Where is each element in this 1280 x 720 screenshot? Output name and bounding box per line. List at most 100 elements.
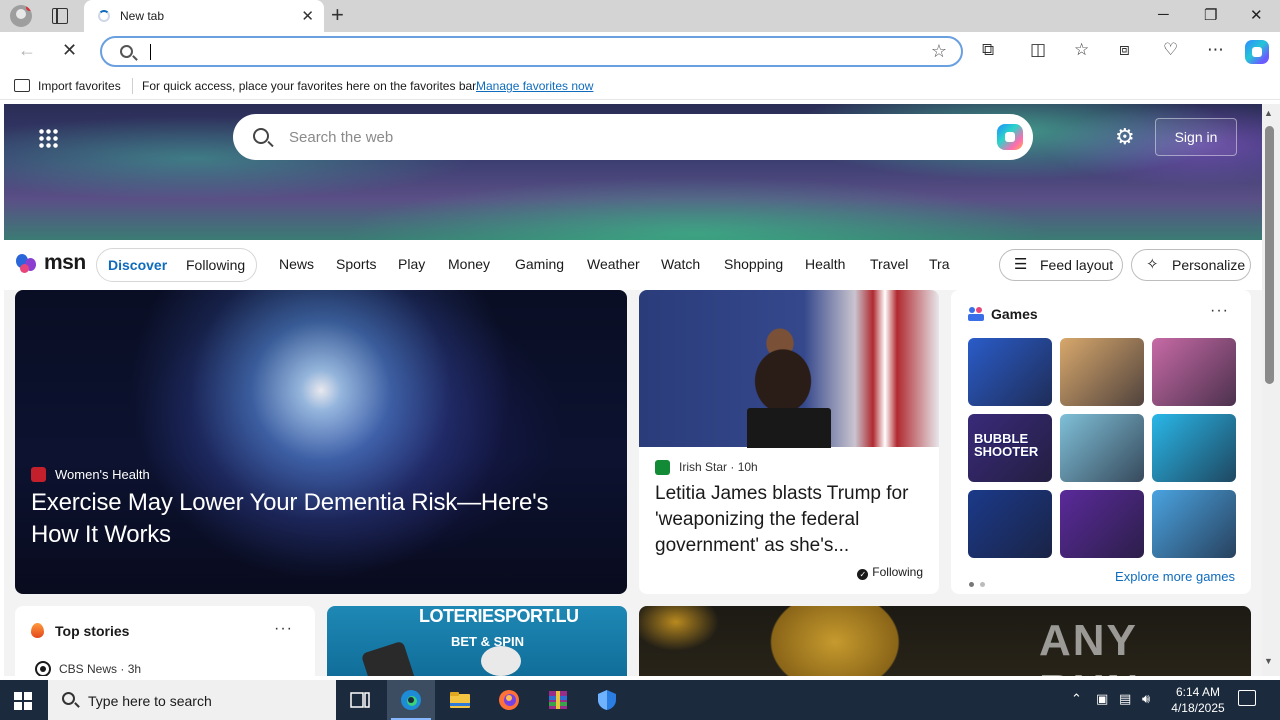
sign-in-button[interactable]: Sign in <box>1155 118 1237 156</box>
vertical-scrollbar[interactable]: ▲ ▼ <box>1262 104 1280 676</box>
game-tile[interactable] <box>968 338 1052 406</box>
extensions-icon[interactable]: ⧉ <box>982 40 994 60</box>
tab-close-icon[interactable]: ✕ <box>301 7 314 25</box>
carousel-dot[interactable] <box>980 582 985 587</box>
manage-favorites-link[interactable]: Manage favorites now <box>476 79 593 93</box>
scroll-down-arrow-icon[interactable]: ▼ <box>1264 656 1273 666</box>
import-favorites-button[interactable]: Import favorites <box>38 79 121 93</box>
new-tab-button[interactable]: + <box>331 4 344 26</box>
windows-start-icon[interactable] <box>14 692 32 710</box>
ad-subtitle: BET & SPIN <box>451 634 524 649</box>
windows-taskbar: Type here to search ⌃ ▣ ▤ 🔊︎ 6:14 AM 4/1… <box>0 680 1280 720</box>
nav-money[interactable]: Money <box>448 256 490 272</box>
games-title: Games <box>991 306 1038 322</box>
web-search-box[interactable] <box>233 114 1033 160</box>
nav-watch[interactable]: Watch <box>661 256 700 272</box>
msn-logo[interactable]: msn <box>16 249 86 277</box>
minimize-button[interactable]: ─ <box>1158 6 1169 23</box>
import-favorites-icon <box>14 79 30 92</box>
game-tile[interactable] <box>1152 490 1236 558</box>
nav-travel[interactable]: Travel <box>870 256 908 272</box>
back-arrow-icon[interactable]: ← <box>18 40 36 61</box>
game-tile[interactable] <box>1152 414 1236 482</box>
nav-play[interactable]: Play <box>398 256 425 272</box>
game-tile[interactable]: BUBBLE SHOOTER <box>968 414 1052 482</box>
tab-actions-icon[interactable] <box>52 8 68 24</box>
taskbar-firefox[interactable] <box>485 680 533 720</box>
msn-nav-bar: msn Discover Following News Sports Play … <box>4 240 1262 290</box>
collections-icon[interactable]: ⧈ <box>1119 40 1130 60</box>
personalize-button[interactable]: ✧ Personalize <box>1131 249 1251 281</box>
stop-loading-icon[interactable]: ✕ <box>62 40 77 61</box>
food-story-card[interactable]: ANY RUN <box>639 606 1251 676</box>
carousel-dots <box>969 575 991 590</box>
story-source-line: Irish Star · 10h <box>679 460 758 474</box>
tab-new-tab[interactable]: New tab ✕ <box>84 0 324 32</box>
tab-following[interactable]: Following <box>186 257 245 273</box>
nav-health[interactable]: Health <box>805 256 845 272</box>
page-settings-gear-icon[interactable]: ⚙ <box>1115 124 1135 150</box>
volume-icon[interactable]: 🔊︎ <box>1142 691 1150 707</box>
nav-shopping[interactable]: Shopping <box>724 256 783 272</box>
games-card: Games ··· BUBBLE SHOOTER Explore more ga… <box>951 290 1251 594</box>
copilot-icon[interactable] <box>1245 40 1269 64</box>
notification-center-icon[interactable] <box>1238 690 1256 706</box>
app-launcher-icon[interactable] <box>38 128 58 148</box>
nav-news[interactable]: News <box>279 256 314 272</box>
restore-button[interactable]: ❐ <box>1204 6 1217 24</box>
following-badge[interactable]: ✓ Following <box>857 565 923 580</box>
taskbar-search-box[interactable]: Type here to search <box>48 680 336 720</box>
game-tile[interactable] <box>1060 490 1144 558</box>
story-title[interactable]: Letitia James blasts Trump for 'weaponiz… <box>655 481 927 559</box>
taskbar-defender[interactable] <box>583 680 631 720</box>
web-search-input[interactable] <box>289 127 969 147</box>
ad-card[interactable]: LOTERIESPORT.LU BET & SPIN <box>327 606 627 676</box>
story-source: CBS News <box>59 662 118 676</box>
nav-weather[interactable]: Weather <box>587 256 640 272</box>
anyrun-watermark: ANY RUN <box>1039 616 1138 676</box>
taskbar-winrar[interactable] <box>534 680 582 720</box>
explore-more-games-link[interactable]: Explore more games <box>1115 569 1235 584</box>
settings-more-icon[interactable]: ⋯ <box>1207 40 1224 60</box>
game-tile[interactable] <box>1152 338 1236 406</box>
feed-layout-button[interactable]: ☰ Feed layout <box>999 249 1123 281</box>
nav-traffic[interactable]: Tra <box>929 256 949 272</box>
copilot-icon[interactable] <box>997 124 1023 150</box>
network-icon[interactable]: ▤ <box>1119 691 1131 707</box>
tray-device-icon[interactable]: ▣ <box>1096 691 1108 707</box>
tab-discover[interactable]: Discover <box>108 257 167 273</box>
address-bar[interactable]: ☆ <box>100 36 963 67</box>
game-tile[interactable] <box>1060 414 1144 482</box>
nav-sports[interactable]: Sports <box>336 256 376 272</box>
scrollbar-thumb[interactable] <box>1265 126 1274 384</box>
personalize-label: Personalize <box>1172 257 1246 273</box>
browser-essentials-icon[interactable]: ♡ <box>1163 40 1178 60</box>
more-options-icon[interactable]: ··· <box>1210 302 1229 320</box>
story-title[interactable]: Exercise May Lower Your Dementia Risk—He… <box>31 487 591 551</box>
profile-avatar[interactable] <box>10 5 32 27</box>
more-options-icon[interactable]: ··· <box>274 620 293 638</box>
taskbar-edge[interactable] <box>387 680 435 720</box>
game-tile[interactable] <box>968 490 1052 558</box>
address-input[interactable] <box>154 42 854 62</box>
taskbar-file-explorer[interactable] <box>436 680 484 720</box>
scroll-up-arrow-icon[interactable]: ▲ <box>1264 108 1273 118</box>
game-tile[interactable] <box>1060 338 1144 406</box>
nav-gaming[interactable]: Gaming <box>515 256 564 272</box>
tray-chevron-up-icon[interactable]: ⌃ <box>1071 691 1082 707</box>
carousel-dot[interactable] <box>969 582 974 587</box>
taskbar-clock[interactable]: 6:14 AM 4/18/2025 <box>1168 684 1228 716</box>
notification-dot <box>26 5 32 11</box>
news-story-card[interactable]: Irish Star · 10h Letitia James blasts Tr… <box>639 290 939 594</box>
womens-health-logo-icon <box>31 467 46 482</box>
favorites-bar: Import favorites For quick access, place… <box>0 72 1280 100</box>
search-icon <box>120 45 133 58</box>
close-window-button[interactable]: ✕ <box>1250 6 1263 24</box>
tab-title: New tab <box>120 9 165 23</box>
favorites-icon[interactable]: ☆ <box>1074 40 1089 60</box>
top-stories-card: Top stories ··· CBS News · 3h <box>15 606 315 676</box>
split-screen-icon[interactable]: ◫ <box>1030 40 1046 60</box>
main-story-card[interactable]: Women's Health Exercise May Lower Your D… <box>15 290 627 594</box>
task-view-button[interactable] <box>336 680 384 720</box>
favorite-star-icon[interactable]: ☆ <box>931 41 947 62</box>
